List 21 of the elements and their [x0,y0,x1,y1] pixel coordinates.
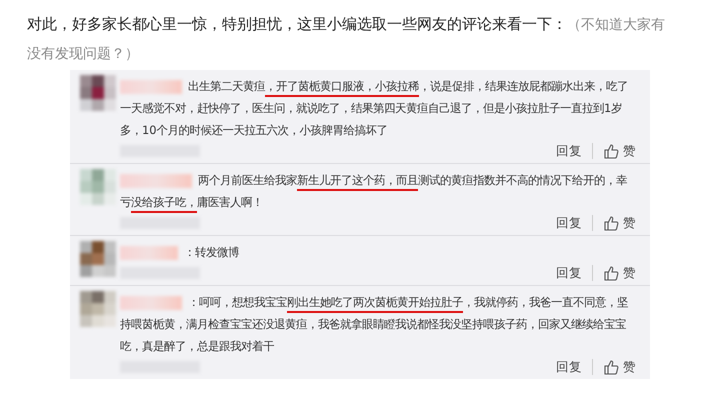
thumbs-up-icon [603,359,619,375]
comment-text: 出生第二天黄疸，开了茵栀黄口服液，小孩拉稀，说是促排，结果连放屁都蹦水出来，吃了一天感觉不对，赶快停了，医生问，就说吃了，结果第四天黄疸自己退了，但是小孩拉肚子一直拉到1岁多，10个月的时候还一天拉五六次，小孩脾胃给搞坏了 [120,78,629,139]
reply-button[interactable]: 回复 [556,214,582,232]
thumbs-up-icon [603,265,619,281]
comment-text: ：呵呵，想想我宝宝刚出生她吃了两次茵栀黄开始拉肚子，我就停药，我爸一直不同意，坚持喂茵栀黄，满月检查宝宝还没退黄疸，我爸就拿眼睛瞪我说都怪我没坚持喂孩子药，回家又继续给宝宝吃，真是醉了，总是跟我对着干 [120,294,629,355]
reply-button[interactable]: 回复 [556,358,582,376]
reply-button[interactable]: 回复 [556,264,582,282]
comment-text: ：转发微博 [120,241,636,263]
like-button[interactable]: 赞 [603,264,636,282]
like-button[interactable]: 赞 [603,214,636,232]
blurred-username [120,174,192,188]
thumbs-up-icon [603,215,619,231]
intro-paragraph: 对此，好多家长都心里一惊，特别担忧，这里小编选取一些网友的评论来看一下：（不知道大家有没有发现问题？） [27,14,666,64]
reply-button[interactable]: 回复 [556,142,582,160]
comment-text: 两个月前医生给我家新生儿开了这个药，而且测试的黄疸指数并不高的情况下给开的，幸亏没给孩子吃，庸医害人啊！ [120,169,636,213]
thumbs-up-icon [603,143,619,159]
blurred-username [120,246,178,260]
blurred-username [120,80,182,94]
like-button[interactable]: 赞 [603,142,636,160]
blurred-username [120,296,182,310]
like-button[interactable]: 赞 [603,358,636,376]
